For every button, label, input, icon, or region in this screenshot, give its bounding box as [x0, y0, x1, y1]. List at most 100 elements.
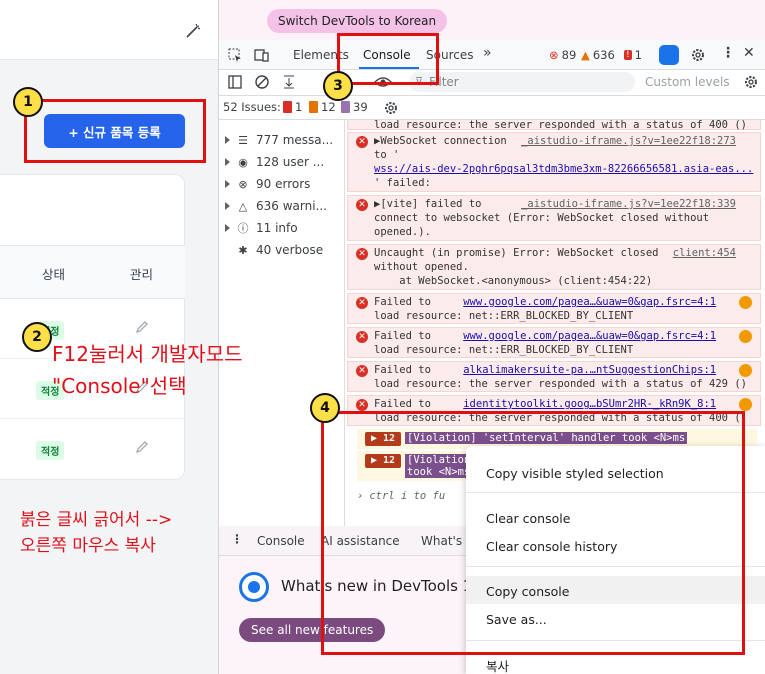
edit-pencil-icon[interactable]: [134, 319, 150, 335]
console-message[interactable]: ✕ Failed to alkalimakersuite-pa.…ntSugge…: [347, 361, 761, 392]
error-icon: ✕: [356, 331, 368, 343]
error-icon: ✕: [356, 199, 368, 211]
message-link[interactable]: alkalimakersuite-pa.…ntSuggestionChips:1: [463, 364, 716, 376]
devtools-tab-bar: Elements Console Sources » ⊗ 89 ▲ 636 ! …: [219, 40, 765, 70]
console-toolbar: ⊽ Filter Custom levels ▾: [219, 70, 765, 109]
table-header: 상태 관리: [0, 245, 185, 299]
scroll-to-bottom-icon[interactable]: [281, 74, 297, 90]
user-icon: ◉: [238, 155, 248, 169]
console-settings-gear-icon[interactable]: [743, 74, 759, 90]
more-options-kebab-icon[interactable]: ⋮: [721, 45, 735, 61]
log-levels-dropdown[interactable]: Custom levels ▾: [641, 72, 737, 109]
network-blocked-icon: [739, 398, 752, 411]
expand-triangle-icon[interactable]: [225, 202, 230, 210]
network-blocked-icon: [739, 296, 752, 309]
settings-gear-icon[interactable]: [690, 47, 706, 63]
sidebar-item-info[interactable]: ⓘ 11 info: [225, 218, 298, 238]
warning-triangle-icon: ▲: [581, 48, 590, 62]
error-circle-icon: ⊗: [549, 48, 559, 62]
close-devtools-icon[interactable]: ✕: [743, 45, 755, 61]
step-number-3: 3: [323, 71, 353, 101]
console-message[interactable]: ✕ ▶WebSocket connection _aistudio-iframe…: [347, 132, 761, 192]
source-link[interactable]: client:454: [673, 246, 736, 260]
sidebar-toggle-icon[interactable]: [227, 74, 243, 90]
issues-label: 52 Issues:: [223, 100, 281, 114]
step-number-1: 1: [13, 87, 43, 117]
issue-warning-count: 12: [321, 100, 336, 114]
console-message[interactable]: ✕ Failed to www.google.com/pagea…&uaw=0&…: [347, 327, 761, 358]
network-blocked-icon: [739, 364, 752, 377]
message-link[interactable]: wss://ais-dev-2pghr6pqsal3tdm3bme3xm-822…: [374, 162, 756, 176]
info-icon: ⓘ: [237, 222, 249, 235]
expand-triangle-icon[interactable]: [225, 136, 230, 144]
issues-settings-gear-icon[interactable]: [383, 100, 399, 116]
error-icon: ✕: [356, 248, 368, 260]
chrome-logo-icon: [239, 572, 269, 602]
edit-pencil-icon[interactable]: [134, 439, 150, 455]
app-top-bar: [0, 0, 218, 60]
console-message[interactable]: load resource: the server responded with…: [347, 120, 761, 131]
error-icon: ✕: [356, 365, 368, 377]
console-message[interactable]: ✕ Uncaught (in promise) Error: WebSocket…: [347, 244, 761, 290]
sidebar-item-user-messages[interactable]: ◉ 128 user ...: [225, 152, 324, 172]
drawer-tab-console[interactable]: Console: [257, 534, 305, 548]
error-count[interactable]: ⊗ 89: [549, 48, 576, 62]
issues-bar[interactable]: 52 Issues: 1 12 39: [219, 96, 765, 120]
error-icon: ⊗: [238, 177, 248, 191]
sidebar-item-errors[interactable]: ⊗ 90 errors: [225, 174, 310, 194]
instruction-text-f12: F12눌러서 개발자모드: [52, 342, 243, 366]
step-number-2: 2: [22, 322, 52, 352]
source-link[interactable]: _aistudio-iframe.js?v=1ee22f18:339: [521, 197, 736, 211]
highlight-box-context-menu: [321, 411, 745, 655]
source-link[interactable]: _aistudio-iframe.js?v=1ee22f18:273: [521, 134, 736, 148]
issue-count[interactable]: ! 1: [624, 48, 642, 62]
column-header-manage: 관리: [130, 267, 154, 282]
issue-warning-icon: [309, 101, 318, 113]
error-icon: ✕: [356, 297, 368, 309]
expand-triangle-icon[interactable]: [225, 224, 230, 232]
table-row: 적정: [0, 419, 185, 479]
issue-flag-icon: !: [624, 50, 632, 60]
warning-count[interactable]: ▲ 636: [581, 48, 615, 62]
instruction-text-drag: 붉은 글씨 긁어서 -->: [20, 510, 173, 530]
step-number-4: 4: [310, 393, 340, 423]
issue-info-count: 39: [353, 100, 368, 114]
sidebar-item-messages[interactable]: ☰ 777 messa...: [225, 130, 333, 150]
warning-icon: △: [238, 199, 248, 213]
column-header-status: 상태: [42, 267, 66, 282]
console-message[interactable]: ✕ ▶[vite] failed to _aistudio-iframe.js?…: [347, 195, 761, 241]
sidebar-item-verbose[interactable]: ✱ 40 verbose: [225, 240, 323, 260]
sidebar-item-warnings[interactable]: △ 636 warni...: [225, 196, 327, 216]
issue-error-count: 1: [295, 100, 303, 114]
console-filter-input[interactable]: ⊽ Filter: [409, 72, 635, 92]
message-link[interactable]: www.google.com/pagea…&uaw=0&gap.fsrc=4:1: [463, 330, 716, 342]
expand-triangle-icon[interactable]: [225, 180, 230, 188]
bug-icon: ✱: [238, 243, 248, 257]
screenshot-root: + 신규 품목 등록 상태 관리 적정 적정 적정 Switch DevTool…: [0, 0, 765, 674]
drawer-menu-kebab-icon[interactable]: ⋮: [231, 532, 243, 546]
expand-triangle-icon[interactable]: [225, 158, 230, 166]
switch-language-button[interactable]: Switch DevTools to Korean: [267, 9, 448, 33]
ai-assistant-icon[interactable]: [659, 45, 679, 65]
magic-wand-icon[interactable]: [184, 22, 202, 40]
menu-item-copy[interactable]: 복사: [486, 656, 509, 674]
highlight-box-add-button: [24, 99, 206, 163]
language-banner: Switch DevTools to Korean: [219, 0, 765, 40]
clear-console-icon[interactable]: [254, 74, 270, 90]
issue-error-icon: [283, 101, 292, 113]
more-tabs-chevron-icon[interactable]: »: [483, 45, 492, 61]
list-icon: ☰: [238, 133, 248, 147]
message-link[interactable]: identitytoolkit.goog…bSUmr2HR-_kRn9K_8:1: [463, 398, 716, 410]
console-message[interactable]: ✕ Failed to www.google.com/pagea…&uaw=0&…: [347, 293, 761, 324]
device-toolbar-icon[interactable]: [253, 47, 269, 63]
error-icon: ✕: [356, 136, 368, 148]
error-icon: ✕: [356, 399, 368, 411]
instruction-text-console: "Console"선택: [52, 374, 187, 398]
inspect-element-icon[interactable]: [227, 47, 243, 63]
status-badge: 적정: [36, 441, 65, 460]
highlight-box-console-tab: [337, 33, 439, 85]
network-blocked-icon: [739, 330, 752, 343]
message-link[interactable]: www.google.com/pagea…&uaw=0&gap.fsrc=4:1: [463, 296, 716, 308]
instruction-text-rightclick: 오른쪽 마우스 복사: [20, 536, 156, 556]
issue-info-icon: [341, 101, 350, 113]
